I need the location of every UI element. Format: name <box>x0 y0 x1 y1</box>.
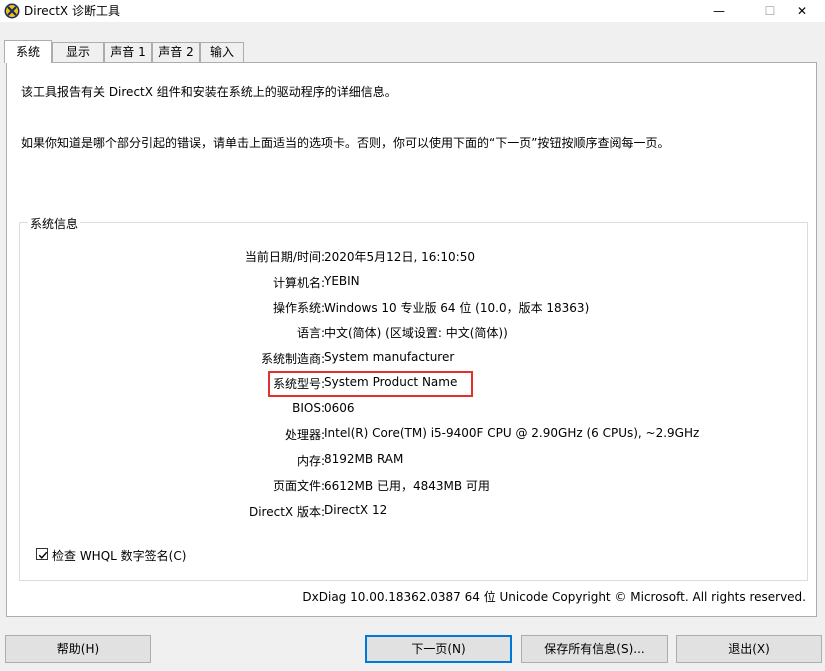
info-value: 0606 <box>324 401 355 415</box>
tab-sound-1[interactable]: 声音 1 <box>104 42 152 62</box>
info-value: DirectX 12 <box>324 503 388 517</box>
info-label: DirectX 版本: <box>248 505 325 519</box>
next-page-button[interactable]: 下一页(N) <box>365 635 512 663</box>
directx-app-icon <box>4 3 20 19</box>
info-label: 系统制造商: <box>260 352 325 366</box>
tab-panel-system: 该工具报告有关 DirectX 组件和安装在系统上的驱动程序的详细信息。 如果你… <box>6 62 817 617</box>
tab-system[interactable]: 系统 <box>4 40 52 63</box>
save-all-info-button[interactable]: 保存所有信息(S)... <box>521 635 668 663</box>
info-value: Windows 10 专业版 64 位 (10.0，版本 18363) <box>324 301 590 315</box>
info-value: 中文(简体) (区域设置: 中文(简体)) <box>324 326 508 340</box>
window-title: DirectX 诊断工具 <box>24 4 120 18</box>
info-value: Intel(R) Core(TM) i5-9400F CPU @ 2.90GHz… <box>324 426 700 440</box>
info-row-directx-version: DirectX 版本: DirectX 12 <box>20 503 809 521</box>
info-row-computer-name: 计算机名: YEBIN <box>20 274 809 292</box>
info-label: 内存: <box>296 454 325 468</box>
info-value: 2020年5月12日, 16:10:50 <box>324 250 475 264</box>
info-row-model: 系统型号: System Product Name <box>20 375 809 393</box>
info-label: 处理器: <box>284 428 325 442</box>
info-row-page-file: 页面文件: 6612MB 已用，4843MB 可用 <box>20 477 809 495</box>
info-row-bios: BIOS: 0606 <box>20 401 809 419</box>
title-bar[interactable]: DirectX 诊断工具 — ☐ ✕ <box>0 0 825 22</box>
info-row-manufacturer: 系统制造商: System manufacturer <box>20 350 809 368</box>
exit-button[interactable]: 退出(X) <box>676 635 822 663</box>
whql-label: 检查 WHQL 数字签名(C) <box>52 549 187 563</box>
version-copyright: DxDiag 10.00.18362.0387 64 位 Unicode Cop… <box>302 590 806 604</box>
info-label: 系统型号: <box>272 377 325 391</box>
minimize-icon[interactable]: — <box>696 0 742 22</box>
info-label: 当前日期/时间: <box>244 250 325 264</box>
checkmark-icon <box>38 551 48 559</box>
info-label: 页面文件: <box>272 479 325 493</box>
info-row-datetime: 当前日期/时间: 2020年5月12日, 16:10:50 <box>20 248 809 266</box>
help-button[interactable]: 帮助(H) <box>5 635 151 663</box>
instruction-text: 如果你知道是哪个部分引起的错误，请单击上面适当的选项卡。否则，你可以使用下面的“… <box>21 136 670 150</box>
tab-sound-2[interactable]: 声音 2 <box>152 42 200 62</box>
info-row-language: 语言: 中文(简体) (区域设置: 中文(简体)) <box>20 324 809 342</box>
group-title: 系统信息 <box>28 215 81 232</box>
info-row-os: 操作系统: Windows 10 专业版 64 位 (10.0，版本 18363… <box>20 299 809 317</box>
intro-text: 该工具报告有关 DirectX 组件和安装在系统上的驱动程序的详细信息。 <box>21 85 397 99</box>
info-label: 操作系统: <box>272 301 325 315</box>
close-icon[interactable]: ✕ <box>779 0 825 22</box>
info-row-memory: 内存: 8192MB RAM <box>20 452 809 470</box>
info-label: 计算机名: <box>272 276 325 290</box>
info-value: YEBIN <box>324 274 360 288</box>
info-value: System Product Name <box>324 375 458 389</box>
info-value: 8192MB RAM <box>324 452 404 466</box>
tab-input[interactable]: 输入 <box>200 42 244 62</box>
tab-display[interactable]: 显示 <box>52 42 104 62</box>
system-info-group: 系统信息 当前日期/时间: 2020年5月12日, 16:10:50 计算机名:… <box>19 215 809 581</box>
whql-checkbox[interactable] <box>36 548 48 560</box>
info-row-processor: 处理器: Intel(R) Core(TM) i5-9400F CPU @ 2.… <box>20 426 809 444</box>
info-value: 6612MB 已用，4843MB 可用 <box>324 479 490 493</box>
info-label: BIOS: <box>292 401 325 415</box>
info-label: 语言: <box>296 326 325 340</box>
info-value: System manufacturer <box>324 350 455 364</box>
